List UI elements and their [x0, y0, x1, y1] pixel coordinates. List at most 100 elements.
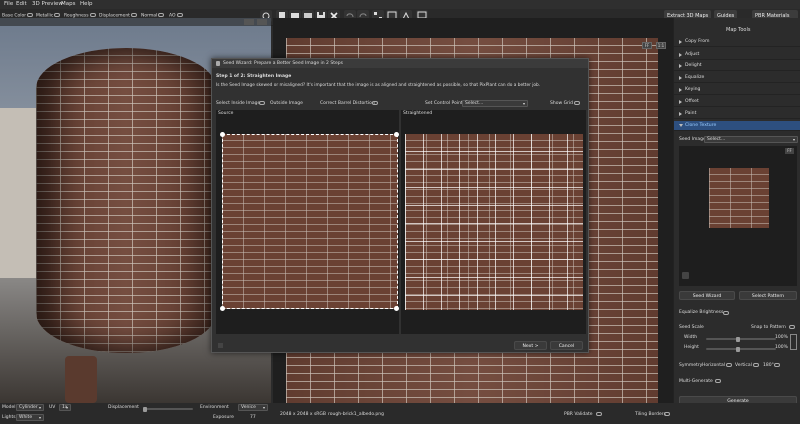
app-icon	[216, 61, 220, 66]
menu-maps[interactable]: Maps	[61, 1, 75, 7]
straightened-label: Straightened	[403, 111, 433, 116]
source-pane[interactable]: Source	[216, 110, 399, 334]
displacement-status-label: Displacement	[108, 405, 139, 410]
control-points-label: Set Control Points	[425, 101, 466, 106]
filename-text: rough-brick1_albedo.png	[328, 412, 384, 417]
clone-texture-item[interactable]: Clone Texture	[674, 121, 800, 131]
width-value: 100%	[775, 335, 788, 340]
item-label: Adjust	[685, 52, 700, 57]
cancel-button[interactable]: Cancel	[550, 341, 583, 350]
dialog-titlebar: Seed Wizard: Prepare a Better Seed Image…	[212, 59, 588, 68]
show-grid-label: Show Grid	[550, 101, 574, 106]
seed-scale-label: Seed Scale	[679, 325, 704, 330]
seed-wizard-button[interactable]: Seed Wizard	[679, 291, 735, 300]
control-points-select[interactable]: Select...	[462, 100, 528, 107]
barrel-distortion-toggle[interactable]	[372, 101, 378, 105]
item-label: Clone Texture	[685, 123, 717, 128]
viewport-header	[0, 18, 271, 26]
normal-toggle[interactable]	[158, 13, 165, 17]
pbr-validate-label: PBR Validate	[564, 412, 593, 417]
map-1to1-button[interactable]: 1:1	[656, 42, 666, 49]
equalize-item[interactable]: Equalize	[674, 73, 800, 83]
select-pattern-button[interactable]: Select Pattern	[739, 291, 797, 300]
symmetry-label: Symmetry	[679, 363, 703, 368]
width-slider[interactable]	[706, 336, 776, 342]
horizontal-label: Horizontal	[702, 363, 725, 368]
seed-ff-button[interactable]: FF	[785, 148, 794, 154]
vertical-toggle[interactable]	[753, 363, 759, 367]
equalize-brightness-toggle[interactable]	[723, 311, 729, 315]
selection-marquee[interactable]	[222, 134, 398, 309]
metallic-toggle[interactable]	[54, 13, 61, 17]
environment-select[interactable]: Venice	[238, 404, 268, 411]
outside-image-label: Outside Image	[270, 101, 303, 106]
snap-to-pattern-toggle[interactable]	[789, 325, 795, 329]
step-description: Is the Seed Image skewed or misaligned? …	[216, 83, 541, 88]
displacement-slider[interactable]	[143, 406, 193, 412]
menu-help[interactable]: Help	[80, 1, 93, 7]
lights-select[interactable]: White	[16, 414, 44, 421]
corner-handle[interactable]	[220, 132, 225, 137]
map-ff-button[interactable]: FF	[642, 42, 652, 49]
link-icon[interactable]	[790, 334, 797, 350]
roughness-toggle[interactable]	[89, 13, 96, 17]
show-grid-toggle[interactable]	[574, 101, 580, 105]
info-icon[interactable]	[218, 343, 223, 348]
tiling-borders-label: Tiling Borders	[635, 412, 666, 417]
adjust-item[interactable]: Adjust	[674, 50, 800, 60]
copy-from-item[interactable]: Copy From	[674, 37, 800, 47]
bollard	[65, 356, 97, 403]
info-icon[interactable]	[682, 272, 689, 279]
item-label: Keying	[685, 87, 701, 92]
ao-toggle[interactable]	[176, 13, 183, 17]
offset-item[interactable]: Offset	[674, 97, 800, 107]
tiling-borders-toggle[interactable]	[664, 412, 670, 416]
panel-title: Map Tools	[726, 27, 751, 33]
viewport-ff-button[interactable]	[244, 19, 254, 25]
equalize-brightness-label: Equalize Brightness	[679, 310, 724, 315]
item-label: Copy From	[685, 39, 710, 44]
height-slider[interactable]	[706, 346, 776, 352]
seed-wizard-dialog: Seed Wizard: Prepare a Better Seed Image…	[211, 58, 589, 353]
multi-generate-label: Multi-Generate	[679, 379, 713, 384]
multi-generate-toggle[interactable]	[715, 379, 721, 383]
rotation-label: 180°	[763, 363, 774, 368]
menu-edit[interactable]: Edit	[16, 1, 27, 7]
exposure-value: 77	[250, 415, 256, 420]
corner-handle[interactable]	[394, 306, 399, 311]
item-label: Delight	[685, 63, 702, 68]
inside-toggle[interactable]	[259, 101, 265, 105]
seed-image-select[interactable]: Select...	[704, 136, 798, 143]
displacement-toggle[interactable]	[130, 13, 137, 17]
uv-select[interactable]: 1x	[59, 404, 71, 411]
dialog-title: Seed Wizard: Prepare a Better Seed Image…	[223, 61, 343, 66]
item-label: Paint	[685, 111, 697, 116]
map-tools-panel: Map Tools Copy From Adjust Delight Equal…	[673, 18, 800, 424]
corner-handle[interactable]	[220, 306, 225, 311]
environment-label: Environment	[200, 405, 229, 410]
next-button[interactable]: Next >	[514, 341, 547, 350]
menu-bar: File Edit 3D Preview Maps Help	[0, 0, 800, 9]
rotation-toggle[interactable]	[774, 363, 780, 367]
viewport-fit-button[interactable]	[257, 19, 267, 25]
seed-preview-image	[709, 168, 769, 228]
item-label: Equalize	[685, 75, 705, 80]
brick-cylinder-model	[36, 48, 216, 353]
menu-3d-preview[interactable]: 3D Preview	[32, 1, 63, 7]
corner-handle[interactable]	[394, 132, 399, 137]
height-label: Height	[684, 345, 699, 350]
basecolor-toggle[interactable]	[27, 13, 34, 17]
item-label: Offset	[685, 99, 699, 104]
model-select[interactable]: Cylinder	[16, 404, 44, 411]
delight-item[interactable]: Delight	[674, 61, 800, 71]
background-building	[0, 108, 40, 278]
seed-image-label: Seed Image	[679, 137, 706, 142]
menu-file[interactable]: File	[4, 1, 13, 7]
select-inside-label: Select Inside Image	[216, 101, 261, 106]
vertical-label: Vertical	[735, 363, 752, 368]
keying-item[interactable]: Keying	[674, 85, 800, 95]
paint-item[interactable]: Paint	[674, 109, 800, 119]
horizontal-toggle[interactable]	[726, 363, 732, 367]
lights-label: Lights	[2, 415, 16, 420]
pbr-validate-toggle[interactable]	[596, 412, 602, 416]
